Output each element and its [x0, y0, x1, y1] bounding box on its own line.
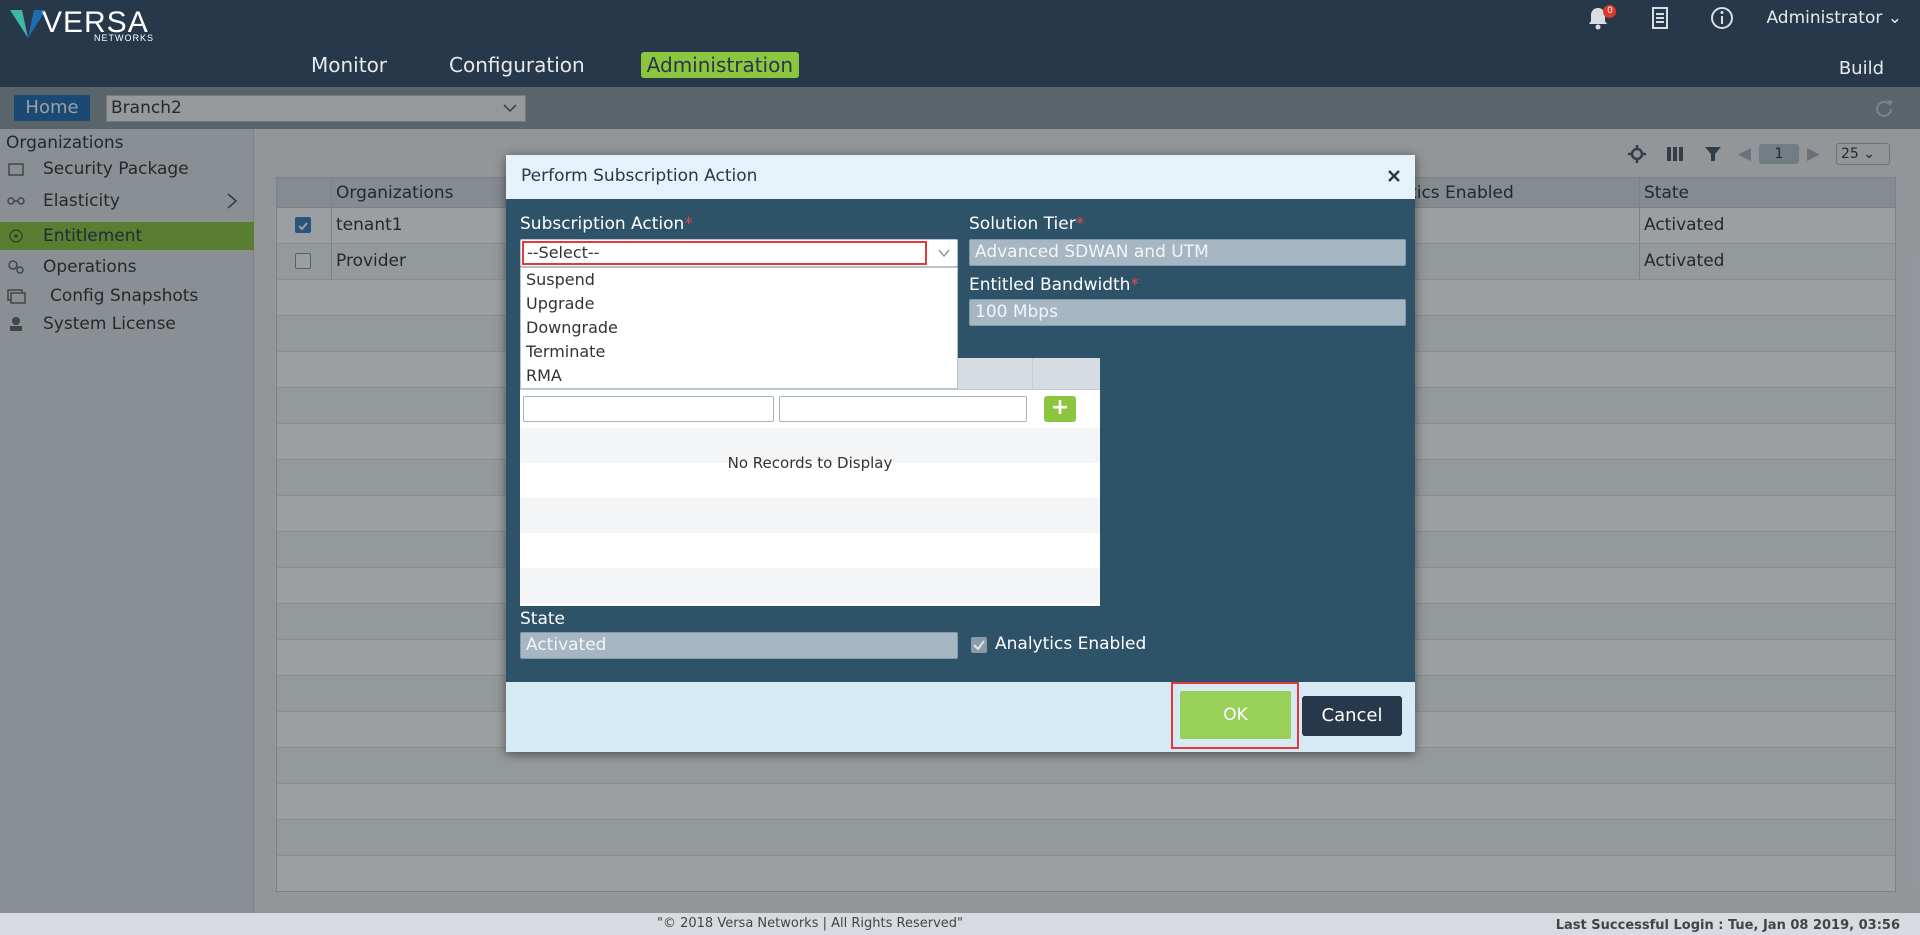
subscription-action-selected: --Select-- — [522, 241, 927, 265]
sub-grid-row — [520, 533, 1100, 568]
sub-grid-input-1[interactable] — [523, 396, 774, 422]
notification-count: 0 — [1603, 5, 1617, 18]
option-upgrade[interactable]: Upgrade — [521, 292, 957, 316]
required-mark: * — [1075, 214, 1085, 234]
nav-administration[interactable]: Administration — [640, 52, 800, 78]
dialog-header: Perform Subscription Action — [506, 155, 1415, 199]
bandwidth-label-text: Entitled Bandwidth — [969, 275, 1131, 295]
subscription-action-label: Subscription Action* — [520, 214, 693, 234]
ok-button[interactable]: OK — [1180, 691, 1291, 739]
nav-monitor[interactable]: Monitor — [305, 52, 393, 78]
sub-grid-input-2[interactable] — [779, 396, 1027, 422]
top-header: VERSA NETWORKS Monitor Configuration Adm… — [0, 0, 1920, 87]
close-icon[interactable] — [1385, 167, 1403, 185]
no-records-text: No Records to Display — [727, 454, 893, 472]
sub-grid-row — [520, 568, 1100, 603]
header-icons: 0 Administrator ⌄ — [1584, 4, 1902, 32]
state-label: State — [520, 609, 565, 629]
state-field: Activated — [520, 632, 958, 659]
subscription-action-dropdown: Suspend Upgrade Downgrade Terminate RMA — [520, 267, 958, 389]
solution-tier-field: Advanced SDWAN and UTM — [969, 239, 1406, 266]
sub-grid-row — [520, 498, 1100, 533]
footer: "© 2018 Versa Networks | All Rights Rese… — [0, 913, 1920, 935]
subscription-action-select[interactable]: --Select-- — [520, 239, 958, 267]
add-row-button[interactable]: + — [1044, 396, 1076, 422]
chevron-down-icon: ⌄ — [1887, 8, 1902, 28]
user-menu[interactable]: Administrator ⌄ — [1766, 8, 1902, 28]
sub-grid: + No Records to Display — [520, 358, 1100, 606]
solution-tier-label: Solution Tier* — [969, 214, 1084, 234]
option-downgrade[interactable]: Downgrade — [521, 316, 957, 340]
checkmark-icon — [973, 640, 985, 651]
build-label[interactable]: Build — [1839, 58, 1884, 79]
brand-sub: NETWORKS — [94, 33, 155, 43]
nav-configuration[interactable]: Configuration — [443, 52, 591, 78]
option-rma[interactable]: RMA — [521, 364, 957, 388]
main-nav: Monitor Configuration Administration — [305, 52, 849, 78]
bandwidth-label: Entitled Bandwidth* — [969, 275, 1139, 295]
solution-tier-label-text: Solution Tier — [969, 214, 1076, 234]
tasks-icon[interactable] — [1646, 4, 1674, 32]
bandwidth-field: 100 Mbps — [969, 299, 1406, 326]
option-terminate[interactable]: Terminate — [521, 340, 957, 364]
column-divider — [1032, 358, 1033, 390]
subscription-action-label-text: Subscription Action — [520, 214, 685, 234]
required-mark: * — [684, 214, 693, 234]
required-mark: * — [1130, 275, 1139, 295]
last-login-text: Last Successful Login : Tue, Jan 08 2019… — [1555, 918, 1900, 933]
user-name: Administrator — [1766, 8, 1883, 28]
info-icon[interactable] — [1708, 4, 1736, 32]
analytics-checkbox[interactable] — [971, 637, 987, 653]
notification-bell-icon[interactable]: 0 — [1584, 4, 1617, 32]
chevron-down-icon — [938, 249, 950, 258]
copyright-text: "© 2018 Versa Networks | All Rights Rese… — [657, 916, 963, 931]
cancel-button[interactable]: Cancel — [1302, 696, 1402, 736]
subscription-action-dialog: Perform Subscription Action Subscription… — [506, 155, 1415, 752]
option-suspend[interactable]: Suspend — [521, 268, 957, 292]
analytics-label: Analytics Enabled — [995, 634, 1147, 654]
dialog-title: Perform Subscription Action — [521, 166, 758, 186]
